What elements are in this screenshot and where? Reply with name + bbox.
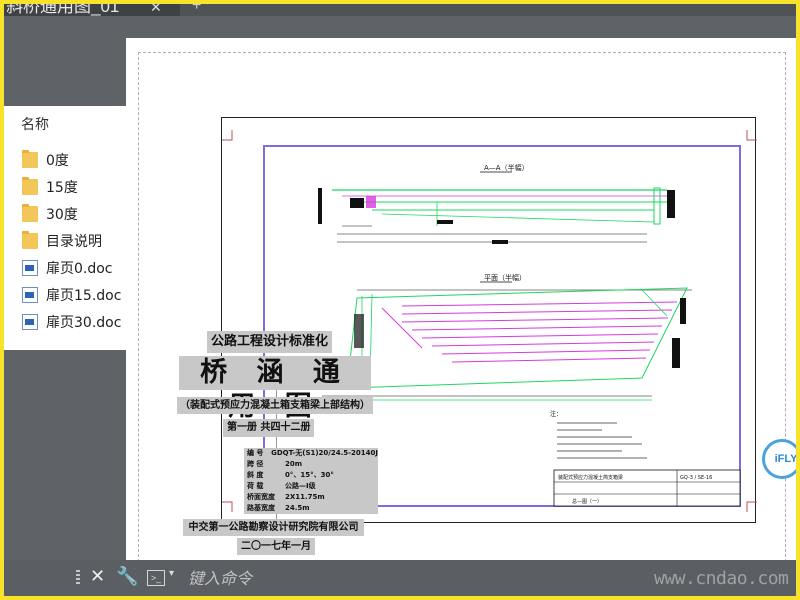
notes-heading: 注： xyxy=(550,410,562,418)
file-item-folder[interactable]: 0度 xyxy=(22,149,140,171)
file-item-label: 0度 xyxy=(46,153,69,169)
folder-icon xyxy=(22,231,38,249)
site-watermark: www.cndao.com xyxy=(654,568,789,589)
tab-close-icon[interactable]: ✕ xyxy=(150,4,162,14)
spec-row: 跨 径 20m xyxy=(247,460,303,468)
file-item-label: 目录说明 xyxy=(46,234,102,250)
spec-row: 编 号 GDQT-无(S1)20/24.5-20140J xyxy=(247,449,378,457)
cover-volume: 第一册 共四十二册 xyxy=(223,419,315,437)
title-block: 装配式预应力混凝土简支箱梁 总—图（一） GQ-3 / SE-16 xyxy=(553,469,741,507)
file-item-doc[interactable]: 扉页0.doc xyxy=(22,257,140,279)
file-item-folder[interactable]: 30度 xyxy=(22,203,140,225)
file-item-folder[interactable]: 15度 xyxy=(22,176,140,198)
app-window: 斜桥通用图_01 ✕ + A—A（半幅） 平面（半幅） 注： 装配式预应力混凝土… xyxy=(4,4,796,596)
file-item-folder[interactable]: 目录说明 xyxy=(22,230,140,252)
cover-title: 公路工程设计标准化 xyxy=(207,331,333,353)
notes-lines xyxy=(557,422,647,459)
cover-specs: 编 号 GDQT-无(S1)20/24.5-20140J 跨 径 20m 斜 度 0°… xyxy=(244,448,378,514)
spec-row: 荷 载公路—I级 xyxy=(247,482,316,490)
spec-row: 桥面宽度 2X11.75m xyxy=(247,493,325,501)
wrench-icon[interactable]: 🔧 xyxy=(116,566,138,587)
file-list-panel: 名称 0度 15度 30度 目录说明 扉页0.doc 扉页15.doc 扉页30… xyxy=(4,106,132,350)
svg-text:总—图（一）: 总—图（一） xyxy=(572,498,602,505)
drag-handle-icon[interactable] xyxy=(76,570,80,586)
spec-row: 斜 度 0°、15°、30° xyxy=(247,471,334,479)
elevation-view xyxy=(318,187,675,244)
cover-organization: 中交第一公路勘察设计研究院有限公司 xyxy=(183,519,364,536)
cover-main-title: 桥 涵 通 用 图 xyxy=(179,356,371,422)
file-item-doc[interactable]: 扉页15.doc xyxy=(22,284,140,306)
new-tab-icon[interactable]: + xyxy=(192,4,201,14)
word-doc-icon xyxy=(22,287,38,303)
tab-title: 斜桥通用图_01 xyxy=(6,4,120,16)
file-item-label: 15度 xyxy=(46,180,78,196)
chevron-down-icon[interactable]: ▾ xyxy=(169,568,174,579)
spec-row: 路基宽度 24.5m xyxy=(247,504,310,512)
word-doc-icon xyxy=(22,314,38,330)
file-item-label: 扉页15.doc xyxy=(46,288,122,304)
word-doc-icon xyxy=(22,260,38,276)
plan-title: 平面（半幅） xyxy=(484,273,526,282)
file-item-label: 扉页30.doc xyxy=(46,315,122,331)
section-title: A—A（半幅） xyxy=(484,163,529,172)
command-input[interactable] xyxy=(186,567,606,589)
folder-icon xyxy=(22,150,38,168)
file-item-label: 30度 xyxy=(46,207,78,223)
svg-text:GQ-3 / SE-16: GQ-3 / SE-16 xyxy=(680,475,712,481)
cover-date: 二〇一七年一月 xyxy=(237,538,315,555)
cover-page-preview: 公路工程设计标准化 桥 涵 通 用 图 （装配式预应力混凝土箱支箱梁上部结构） … xyxy=(174,328,384,558)
folder-icon xyxy=(22,177,38,195)
folder-icon xyxy=(22,204,38,222)
cover-subtitle: （装配式预应力混凝土箱支箱梁上部结构） xyxy=(177,397,373,414)
command-prompt-icon[interactable]: >_ xyxy=(147,570,165,586)
tab-bar: 斜桥通用图_01 ✕ + xyxy=(4,4,796,16)
file-item-label: 扉页0.doc xyxy=(46,261,113,277)
file-item-doc[interactable]: 扉页30.doc xyxy=(22,311,140,333)
close-icon[interactable]: ✕ xyxy=(90,566,105,587)
column-header-name[interactable]: 名称 xyxy=(21,114,49,134)
svg-text:装配式预应力混凝土简支箱梁: 装配式预应力混凝土简支箱梁 xyxy=(558,474,623,481)
ifly-badge-icon[interactable]: iFLY xyxy=(762,439,796,479)
